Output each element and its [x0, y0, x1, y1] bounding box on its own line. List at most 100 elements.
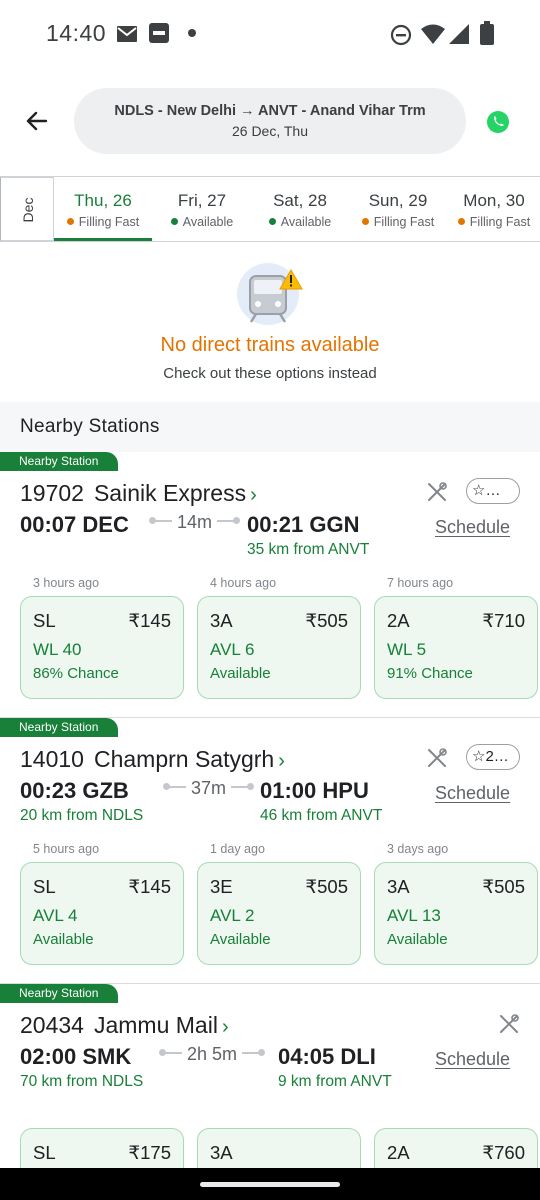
- class-availability: AVL 4: [33, 906, 78, 925]
- status-dot-icon: [361, 218, 369, 225]
- date-tab-status: Filling Fast: [78, 215, 140, 229]
- status-dot-icon: [66, 218, 74, 225]
- no-trains-title: No direct trains available: [160, 334, 380, 356]
- duration: 2h 5m: [159, 1044, 266, 1065]
- date-tab-day: Thu, 26: [74, 191, 132, 210]
- class-card-3a[interactable]: 3A ₹505 AVL 13 Available: [374, 862, 538, 965]
- pantry-icon: [428, 748, 447, 767]
- rating-pill[interactable]: ☆…: [466, 478, 520, 504]
- status-dot-icon: [170, 218, 178, 225]
- date-tab-day: Fri, 27: [177, 191, 227, 210]
- route-date: 26 Dec, Thu: [231, 123, 308, 139]
- class-code: 3E: [210, 876, 233, 897]
- class-card-sl[interactable]: SL ₹145 AVL 4 Available: [20, 862, 184, 965]
- route-stations: NDLS - New Delhi → ANVT - Anand Vihar Tr…: [114, 103, 426, 119]
- status-dot-icon: [457, 218, 465, 225]
- class-code: SL: [33, 610, 56, 631]
- train-title[interactable]: 20434 Jammu Mail ›: [20, 1012, 229, 1039]
- duration-value: 14m: [177, 512, 213, 532]
- class-note: 91% Chance: [387, 665, 473, 682]
- nearby-stations-header: Nearby Stations: [0, 402, 540, 452]
- class-availability: WL 40: [33, 640, 82, 659]
- departure-time: 02:00 SMK: [20, 1044, 132, 1069]
- date-tab-status: Available: [182, 215, 234, 229]
- month-label: Dec: [20, 197, 36, 223]
- class-price: ₹710: [482, 610, 525, 631]
- active-tab-indicator: [54, 238, 152, 241]
- class-code: 3A: [210, 1142, 233, 1163]
- class-code: 3A: [210, 610, 233, 631]
- arrival-time: 00:21 GGN: [247, 512, 360, 537]
- train-card[interactable]: Nearby Station 19702 Sainik Express › ☆… 0…: [0, 452, 540, 718]
- class-updated-time: 7 hours ago: [387, 576, 454, 590]
- class-code: 2A: [387, 1142, 410, 1163]
- status-bar: 14:40: [0, 0, 540, 66]
- system-nav-bar: [0, 1168, 540, 1200]
- pantry-icon: [428, 482, 447, 501]
- class-code: SL: [33, 1142, 56, 1163]
- nearby-station-badge: Nearby Station: [0, 718, 119, 737]
- date-tab-status: Available: [280, 215, 332, 229]
- date-tab-fri-27[interactable]: Fri, 27 Available: [152, 177, 252, 241]
- train-name: Sainik Express: [93, 480, 247, 506]
- duration: 37m: [163, 778, 255, 799]
- nearby-station-badge: Nearby Station: [0, 452, 119, 471]
- arrival-time: 04:05 DLI: [278, 1044, 376, 1069]
- class-availability: AVL 13: [387, 906, 441, 925]
- class-card-3a[interactable]: 3A ₹505 AVL 6 Available: [197, 596, 361, 699]
- class-card-2a[interactable]: 2A ₹710 WL 5 91% Chance: [374, 596, 538, 699]
- date-tab-day: Sat, 28: [273, 191, 327, 210]
- date-selector: Dec Thu, 26 Filling Fast Fri, 27 Availab…: [0, 176, 540, 242]
- home-gesture-handle[interactable]: [200, 1182, 340, 1187]
- class-price: ₹505: [305, 876, 348, 897]
- train-title[interactable]: 14010 Champrn Satygrh ›: [20, 746, 285, 773]
- class-availability: AVL 2: [210, 906, 255, 925]
- schedule-link[interactable]: Schedule: [435, 783, 510, 804]
- month-label-box: Dec: [0, 177, 54, 241]
- schedule-link[interactable]: Schedule: [435, 517, 510, 538]
- class-card-3e[interactable]: 3E ₹505 AVL 2 Available: [197, 862, 361, 965]
- class-availability: AVL 6: [210, 640, 255, 659]
- class-price: ₹145: [128, 610, 171, 631]
- status-time: 14:40: [46, 20, 107, 46]
- departure-distance-note: 70 km from NDLS: [20, 1073, 144, 1090]
- date-tab-day: Sun, 29: [368, 191, 428, 210]
- class-card-sl[interactable]: SL ₹145 WL 40 86% Chance: [20, 596, 184, 699]
- class-price: ₹760: [482, 1142, 525, 1163]
- date-tab-status: Filling Fast: [469, 215, 531, 229]
- star-icon: ☆: [472, 748, 486, 765]
- class-price: ₹175: [128, 1142, 171, 1163]
- train-warning-icon: [237, 263, 303, 325]
- class-updated-time: 3 hours ago: [33, 576, 100, 590]
- train-name: Jammu Mail: [93, 1012, 218, 1038]
- class-code: 2A: [387, 610, 410, 631]
- class-note: 86% Chance: [33, 665, 119, 682]
- date-tab-sun-29[interactable]: Sun, 29 Filling Fast: [348, 177, 448, 241]
- train-card[interactable]: Nearby Station 14010 Champrn Satygrh › ☆2……: [0, 718, 540, 984]
- train-number: 14010: [20, 746, 84, 772]
- class-price: ₹505: [305, 610, 348, 631]
- star-icon: ☆: [472, 482, 486, 499]
- pay-icon: [149, 23, 169, 43]
- rating-pill[interactable]: ☆2…: [466, 744, 520, 770]
- train-title[interactable]: 19702 Sainik Express ›: [20, 480, 257, 507]
- chevron-right-icon: ›: [221, 1016, 229, 1038]
- class-note: Available: [387, 931, 448, 948]
- class-availability: WL 5: [387, 640, 427, 659]
- battery-icon: [480, 21, 494, 45]
- departure-time: 00:07 DEC: [20, 512, 129, 537]
- back-arrow-icon[interactable]: [22, 106, 52, 136]
- rating-value: 2…: [485, 748, 509, 765]
- date-tab-sat-28[interactable]: Sat, 28 Available: [252, 177, 348, 241]
- schedule-link[interactable]: Schedule: [435, 1049, 510, 1070]
- route-summary[interactable]: NDLS - New Delhi → ANVT - Anand Vihar Tr…: [74, 88, 466, 154]
- class-note: Available: [210, 665, 271, 682]
- date-tab-mon-30[interactable]: Mon, 30 Filling Fast: [448, 177, 540, 241]
- train-name: Champrn Satygrh: [93, 746, 275, 772]
- date-tab-thu-26[interactable]: Thu, 26 Filling Fast: [54, 177, 152, 241]
- whatsapp-icon[interactable]: [486, 110, 510, 134]
- departure-distance-note: 20 km from NDLS: [20, 807, 144, 824]
- class-price: ₹505: [482, 876, 525, 897]
- arrival-distance-note: 9 km from ANVT: [278, 1073, 392, 1090]
- signal-icon: [449, 24, 469, 44]
